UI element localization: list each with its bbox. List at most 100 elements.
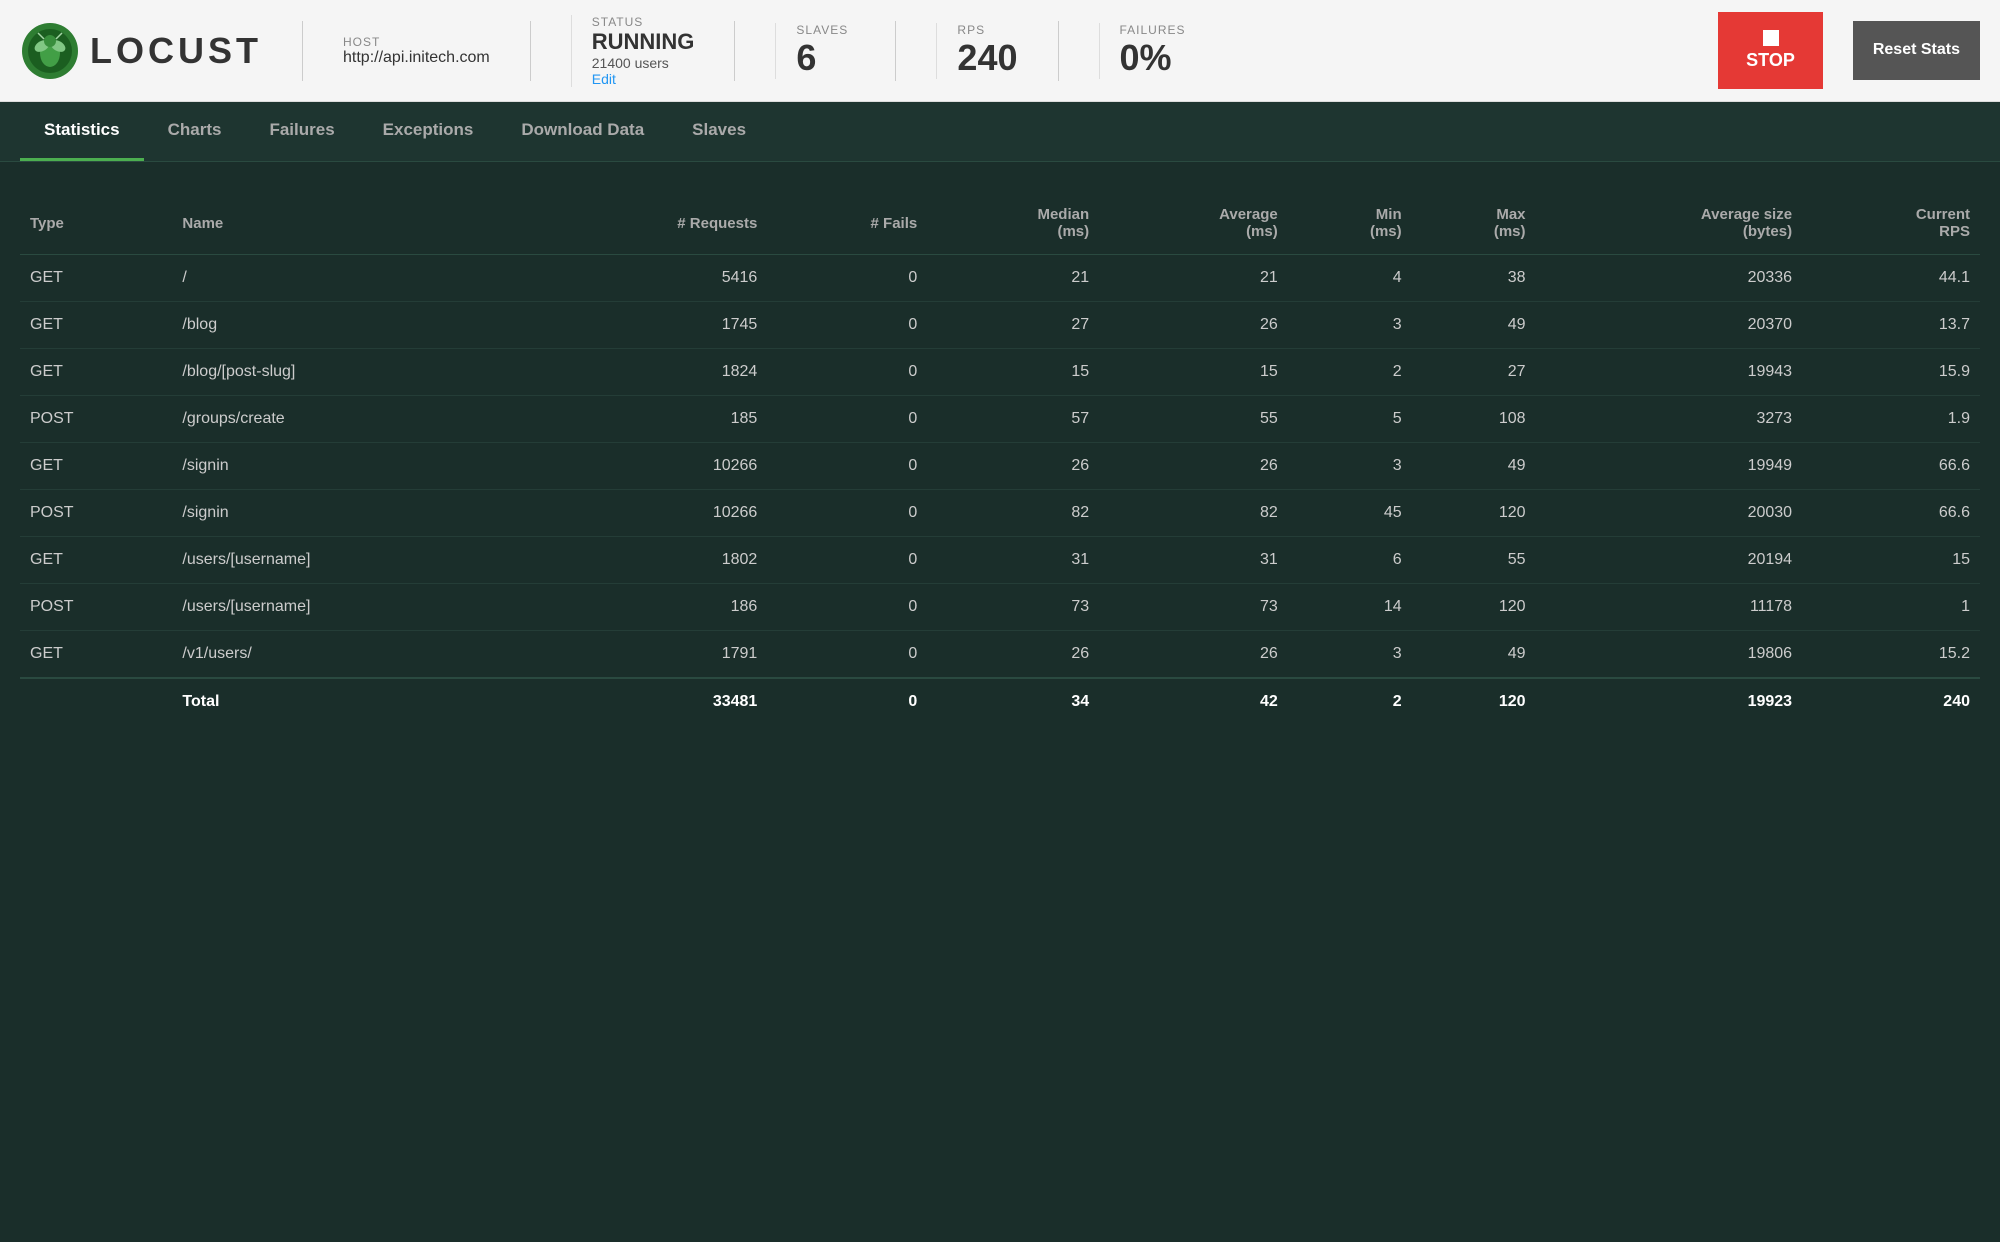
main-content: Type Name # Requests # Fails Median(ms) … [0,162,2000,745]
table-row: GET /signin 10266 0 26 26 3 49 19949 66.… [20,443,1980,490]
cell-avg-size: 19949 [1536,443,1803,490]
tab-charts[interactable]: Charts [144,102,246,161]
status-label: STATUS [592,15,695,29]
failures-block: FAILURES 0% [1099,23,1186,79]
cell-min: 6 [1288,537,1412,584]
header-divider-2 [530,21,531,81]
tab-slaves[interactable]: Slaves [668,102,770,161]
cell-min: 3 [1288,302,1412,349]
cell-type: POST [20,396,172,443]
col-rps: CurrentRPS [1802,192,1980,255]
table-row: GET /blog/[post-slug] 1824 0 15 15 2 27 … [20,349,1980,396]
cell-type: GET [20,537,172,584]
cell-max: 120 [1412,584,1536,631]
cell-name: /v1/users/ [172,631,527,679]
status-users: 21400 users [592,55,695,71]
header-divider-3 [734,21,735,81]
cell-name: /blog/[post-slug] [172,349,527,396]
cell-median: 57 [927,396,1099,443]
cell-requests: 10266 [527,490,767,537]
total-requests: 33481 [527,678,767,725]
logo-text: LOCUST [90,30,262,72]
col-median: Median(ms) [927,192,1099,255]
table-row: POST /users/[username] 186 0 73 73 14 12… [20,584,1980,631]
cell-fails: 0 [767,631,927,679]
stop-button[interactable]: STOP [1718,12,1823,89]
cell-type: GET [20,255,172,302]
cell-type: POST [20,490,172,537]
cell-type: GET [20,631,172,679]
tab-exceptions[interactable]: Exceptions [359,102,498,161]
table-row: GET / 5416 0 21 21 4 38 20336 44.1 [20,255,1980,302]
cell-max: 38 [1412,255,1536,302]
col-fails: # Fails [767,192,927,255]
cell-average: 82 [1099,490,1288,537]
cell-min: 45 [1288,490,1412,537]
cell-name: /users/[username] [172,584,527,631]
col-avg-size: Average size(bytes) [1536,192,1803,255]
tab-statistics[interactable]: Statistics [20,102,144,161]
total-rps: 240 [1802,678,1980,725]
cell-avg-size: 19943 [1536,349,1803,396]
tab-failures[interactable]: Failures [245,102,358,161]
logo-area: LOCUST [20,21,262,81]
header-divider-1 [302,21,303,81]
cell-max: 49 [1412,302,1536,349]
host-block: HOST http://api.initech.com [343,35,490,67]
header: LOCUST HOST http://api.initech.com STATU… [0,0,2000,102]
total-label: Total [172,678,527,725]
cell-median: 73 [927,584,1099,631]
cell-name: /signin [172,443,527,490]
reset-label: Reset Stats [1873,41,1960,58]
table-row: GET /v1/users/ 1791 0 26 26 3 49 19806 1… [20,631,1980,679]
cell-avg-size: 11178 [1536,584,1803,631]
cell-min: 14 [1288,584,1412,631]
cell-median: 15 [927,349,1099,396]
cell-fails: 0 [767,537,927,584]
cell-fails: 0 [767,443,927,490]
cell-max: 49 [1412,631,1536,679]
cell-requests: 10266 [527,443,767,490]
rps-value: 240 [957,37,1017,79]
cell-max: 49 [1412,443,1536,490]
cell-min: 3 [1288,443,1412,490]
cell-rps: 15 [1802,537,1980,584]
edit-link[interactable]: Edit [592,71,695,87]
cell-average: 15 [1099,349,1288,396]
slaves-label: SLAVES [796,23,855,37]
rps-block: RPS 240 [936,23,1017,79]
cell-rps: 15.2 [1802,631,1980,679]
total-avg-size: 19923 [1536,678,1803,725]
cell-requests: 1745 [527,302,767,349]
cell-avg-size: 20194 [1536,537,1803,584]
cell-fails: 0 [767,584,927,631]
cell-average: 73 [1099,584,1288,631]
total-type [20,678,172,725]
cell-average: 26 [1099,443,1288,490]
cell-requests: 1824 [527,349,767,396]
cell-average: 26 [1099,302,1288,349]
total-median: 34 [927,678,1099,725]
cell-median: 21 [927,255,1099,302]
slaves-value: 6 [796,37,855,79]
tab-download-data[interactable]: Download Data [497,102,668,161]
cell-rps: 66.6 [1802,490,1980,537]
host-value: http://api.initech.com [343,49,490,67]
cell-type: POST [20,584,172,631]
cell-average: 26 [1099,631,1288,679]
cell-median: 31 [927,537,1099,584]
cell-fails: 0 [767,490,927,537]
cell-rps: 15.9 [1802,349,1980,396]
cell-fails: 0 [767,349,927,396]
status-running: RUNNING [592,29,695,55]
cell-name: /signin [172,490,527,537]
cell-min: 2 [1288,349,1412,396]
reset-stats-button[interactable]: Reset Stats [1853,21,1980,79]
rps-label: RPS [957,23,1017,37]
total-max: 120 [1412,678,1536,725]
cell-max: 108 [1412,396,1536,443]
cell-average: 55 [1099,396,1288,443]
cell-name: /blog [172,302,527,349]
cell-median: 82 [927,490,1099,537]
cell-name: /groups/create [172,396,527,443]
